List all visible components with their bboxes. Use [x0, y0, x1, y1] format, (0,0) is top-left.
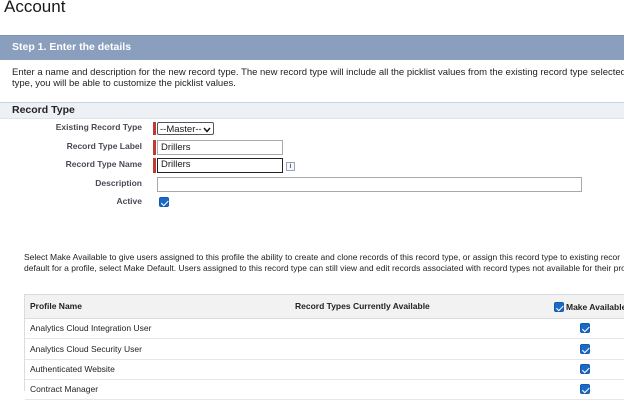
profiles-table: Profile Name Record Types Currently Avai… — [24, 294, 624, 400]
make-available-checkbox[interactable] — [580, 364, 590, 374]
availability-text: Select Make Available to give users assi… — [24, 252, 624, 274]
chevron-down-icon — [203, 123, 211, 134]
profile-name-cell: Authenticated Website — [30, 364, 115, 374]
make-available-checkbox[interactable] — [580, 384, 590, 394]
existing-record-type-select[interactable]: --Master-- — [157, 122, 214, 135]
intro-line-2: type, you will be able to customize the … — [12, 78, 236, 89]
table-row: Authenticated Website — [25, 359, 624, 380]
profile-name-cell: Analytics Cloud Security User — [30, 344, 142, 354]
table-row: Analytics Cloud Integration User — [25, 318, 624, 339]
step-header: Step 1. Enter the details — [0, 35, 624, 60]
column-header-make-available: Make Available — [566, 302, 624, 312]
make-available-checkbox[interactable] — [580, 344, 590, 354]
active-label: Active — [116, 196, 142, 206]
intro-line-1: Enter a name and description for the new… — [12, 67, 624, 78]
make-available-all-checkbox[interactable] — [554, 302, 564, 312]
record-type-name-input[interactable]: Drillers — [157, 158, 283, 173]
required-indicator — [153, 158, 156, 173]
intro-text: Enter a name and description for the new… — [12, 67, 624, 89]
section-header: Record Type — [0, 102, 624, 119]
record-type-label-label: Record Type Label — [66, 141, 142, 151]
existing-record-type-value: --Master-- — [160, 124, 202, 135]
active-checkbox[interactable] — [159, 197, 169, 207]
table-row: Analytics Cloud Security User — [25, 339, 624, 360]
make-available-checkbox[interactable] — [580, 323, 590, 333]
profile-name-cell: Contract Manager — [30, 384, 99, 394]
column-header-profile-name: Profile Name — [30, 301, 82, 311]
record-type-label-input[interactable]: Drillers — [157, 140, 283, 155]
required-indicator — [153, 122, 156, 135]
availability-line-1: Select Make Available to give users assi… — [24, 252, 621, 262]
page-title: Account — [4, 0, 66, 16]
description-label: Description — [95, 178, 142, 188]
step-title: Step 1. Enter the details — [12, 41, 132, 53]
column-header-record-types-available: Record Types Currently Available — [295, 301, 430, 311]
description-input[interactable] — [157, 177, 582, 192]
required-indicator — [153, 140, 156, 155]
existing-record-type-label: Existing Record Type — [55, 122, 142, 132]
profile-name-cell: Analytics Cloud Integration User — [30, 323, 152, 333]
record-type-name-label: Record Type Name — [65, 159, 142, 169]
availability-line-2: default for a profile, select Make Defau… — [24, 263, 624, 273]
section-title: Record Type — [12, 104, 75, 116]
info-icon[interactable]: i — [286, 162, 295, 171]
table-header: Profile Name Record Types Currently Avai… — [25, 295, 624, 319]
